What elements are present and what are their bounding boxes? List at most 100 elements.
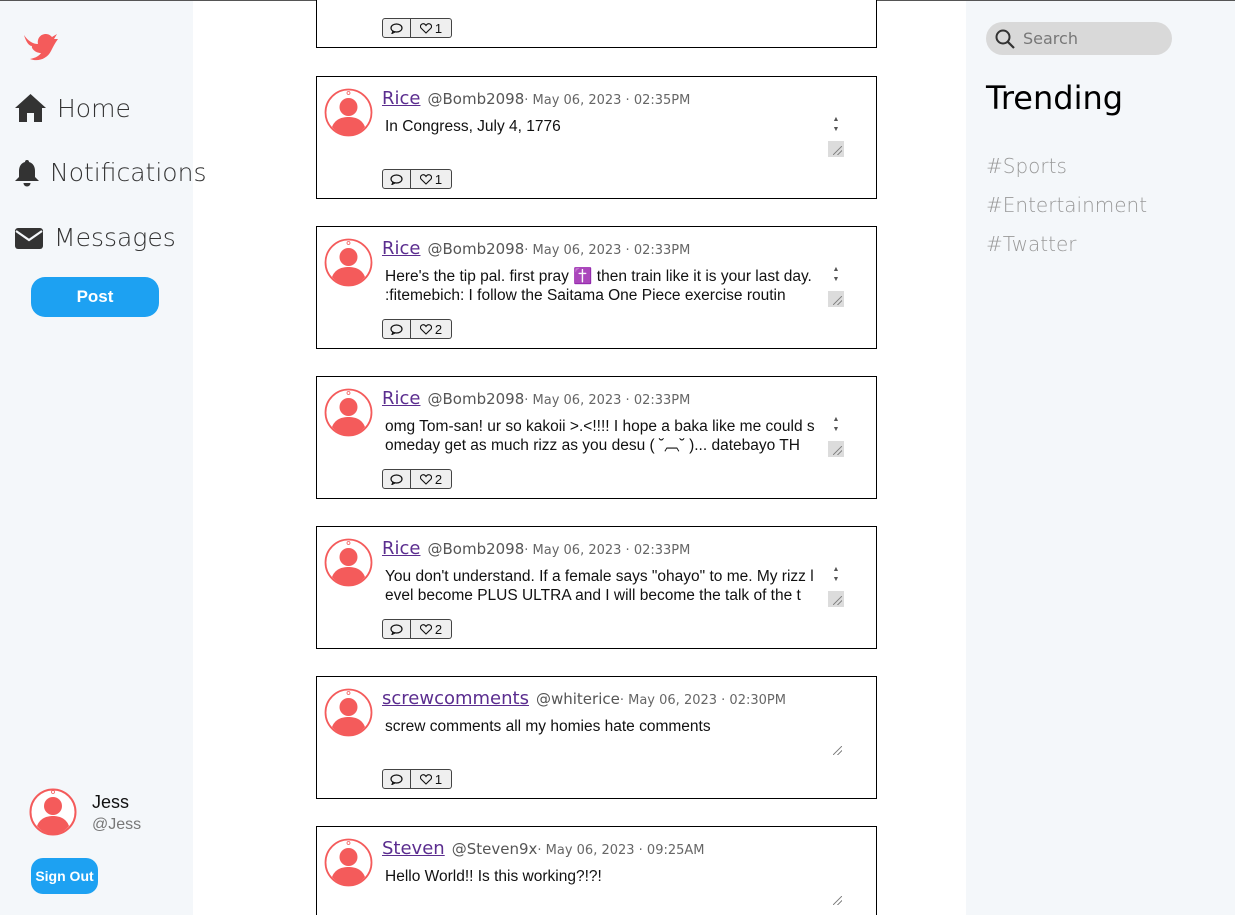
post-body[interactable]: You don't understand. If a female says "… — [382, 565, 844, 607]
post-meta: screwcomments @whiterice · May 06, 2023 ·… — [382, 688, 786, 709]
post-actions: 1 — [382, 769, 452, 789]
post-date: · May 06, 2023 · 02:33PM — [524, 543, 691, 558]
author-handle: @Bomb2098 — [427, 390, 525, 408]
scroll-up-icon[interactable]: ▲ — [828, 115, 844, 125]
post-date: · May 06, 2023 · 09:25AM — [537, 843, 705, 858]
resize-grip-icon[interactable] — [828, 441, 844, 457]
like-button[interactable]: 2 — [411, 619, 452, 639]
heart-icon — [419, 323, 432, 335]
scroll-down-icon[interactable]: ▼ — [828, 125, 844, 135]
like-button[interactable]: 1 — [411, 769, 452, 789]
post-button[interactable]: Post — [31, 277, 159, 317]
post-meta: Steven @Steven9x · May 06, 2023 · 09:25AM — [382, 838, 705, 859]
post-body[interactable]: In Congress, July 4, 1776 ▲ ▼ — [382, 115, 844, 157]
search-input[interactable] — [1023, 29, 1163, 48]
post-date: · May 06, 2023 · 02:33PM — [524, 243, 691, 258]
comment-button[interactable] — [382, 18, 411, 38]
comment-icon — [390, 623, 403, 635]
like-count: 2 — [434, 621, 443, 637]
author-handle: @Bomb2098 — [427, 240, 525, 258]
comment-button[interactable] — [382, 169, 411, 189]
post-meta: Rice @Bomb2098 · May 06, 2023 · 02:33PM — [382, 238, 690, 259]
search-bar[interactable] — [986, 22, 1172, 55]
resize-grip-icon[interactable] — [828, 291, 844, 307]
author-name[interactable]: Steven — [382, 838, 445, 859]
author-name[interactable]: Rice — [382, 88, 420, 109]
nav-messages[interactable]: Messages — [14, 223, 176, 252]
sign-out-button[interactable]: Sign Out — [31, 858, 98, 894]
scroll-down-icon[interactable]: ▼ — [828, 275, 844, 285]
like-count: 1 — [434, 20, 443, 36]
post-card: Rice @Bomb2098 · May 06, 2023 · 02:33PM om… — [316, 376, 877, 499]
user-avatar[interactable] — [29, 788, 77, 836]
post-meta: Rice @Bomb2098 · May 06, 2023 · 02:35PM — [382, 88, 690, 109]
search-icon — [995, 29, 1015, 49]
author-avatar[interactable] — [324, 838, 373, 887]
post-text: Hello World!! Is this working?!?! — [385, 868, 602, 885]
scroll-up-icon[interactable]: ▲ — [828, 565, 844, 575]
comment-button[interactable] — [382, 469, 411, 489]
post-text: Here's the tip pal. first pray ✝️ then t… — [385, 268, 812, 304]
scroll-up-icon[interactable]: ▲ — [828, 265, 844, 275]
author-name[interactable]: Rice — [382, 388, 420, 409]
trend-item-sports[interactable]: #Sports — [986, 154, 1067, 178]
like-count: 2 — [434, 471, 443, 487]
user-handle: @Jess — [92, 816, 142, 833]
scroll-down-icon[interactable]: ▼ — [828, 575, 844, 585]
trend-item-twatter[interactable]: #Twatter — [986, 232, 1077, 256]
resize-grip-icon[interactable] — [828, 741, 844, 757]
post-card: Rice @Bomb2098 · May 06, 2023 · 02:33PM He… — [316, 226, 877, 349]
post-actions: 1 — [382, 169, 452, 189]
post-card: Rice @Bomb2098 · May 06, 2023 · 02:35PM In… — [316, 76, 877, 199]
resize-grip-icon[interactable] — [828, 591, 844, 607]
comment-button[interactable] — [382, 769, 411, 789]
nav-notifications-label: Notifications — [50, 158, 207, 187]
like-button[interactable]: 1 — [411, 18, 452, 38]
post-actions: 2 — [382, 469, 452, 489]
right-sidebar: Trending #Sports #Entertainment #Twatter — [966, 1, 1235, 915]
author-avatar[interactable] — [324, 388, 373, 437]
post-text: In Congress, July 4, 1776 — [385, 118, 561, 135]
post-card: Rice @Bomb2098 · May 06, 2023 · 02:33PM Yo… — [316, 526, 877, 649]
post-body[interactable]: omg Tom-san! ur so kakoii >.<!!!! I hope… — [382, 415, 844, 457]
scroll-down-icon[interactable]: ▼ — [828, 425, 844, 435]
left-sidebar: Home Notifications Messages Post Jess @J… — [0, 1, 206, 915]
comment-icon — [390, 173, 403, 185]
post-date: · May 06, 2023 · 02:35PM — [524, 93, 691, 108]
nav-home-label: Home — [57, 93, 131, 123]
author-avatar[interactable] — [324, 238, 373, 287]
like-count: 1 — [434, 171, 443, 187]
like-button[interactable]: 2 — [411, 319, 452, 339]
heart-icon — [419, 773, 432, 785]
user-name: Jess — [92, 792, 130, 812]
envelope-icon — [15, 227, 43, 249]
home-icon — [15, 94, 46, 122]
author-name[interactable]: Rice — [382, 238, 420, 259]
like-button[interactable]: 2 — [411, 469, 452, 489]
heart-icon — [419, 623, 432, 635]
post-body[interactable]: Hello World!! Is this working?!?! — [382, 865, 844, 907]
nav-notifications[interactable]: Notifications — [14, 158, 206, 187]
author-avatar[interactable] — [324, 688, 373, 737]
bird-logo-icon[interactable] — [22, 29, 60, 63]
comment-icon — [390, 473, 403, 485]
like-button[interactable]: 1 — [411, 169, 452, 189]
resize-grip-icon[interactable] — [828, 141, 844, 157]
post-date: · May 06, 2023 · 02:30PM — [619, 693, 786, 708]
heart-icon — [419, 473, 432, 485]
comment-button[interactable] — [382, 619, 411, 639]
scroll-up-icon[interactable]: ▲ — [828, 415, 844, 425]
trend-item-entertainment[interactable]: #Entertainment — [986, 193, 1147, 217]
post-card: 1 — [316, 0, 877, 48]
author-avatar[interactable] — [324, 538, 373, 587]
resize-grip-icon[interactable] — [828, 891, 844, 907]
author-name[interactable]: screwcomments — [382, 688, 529, 709]
post-body[interactable]: Here's the tip pal. first pray ✝️ then t… — [382, 265, 844, 307]
author-avatar[interactable] — [324, 88, 373, 137]
nav-home[interactable]: Home — [14, 93, 131, 123]
author-handle: @Steven9x — [451, 840, 538, 858]
post-meta: Rice @Bomb2098 · May 06, 2023 · 02:33PM — [382, 538, 690, 559]
post-body[interactable]: screw comments all my homies hate commen… — [382, 715, 844, 757]
author-name[interactable]: Rice — [382, 538, 420, 559]
comment-button[interactable] — [382, 319, 411, 339]
